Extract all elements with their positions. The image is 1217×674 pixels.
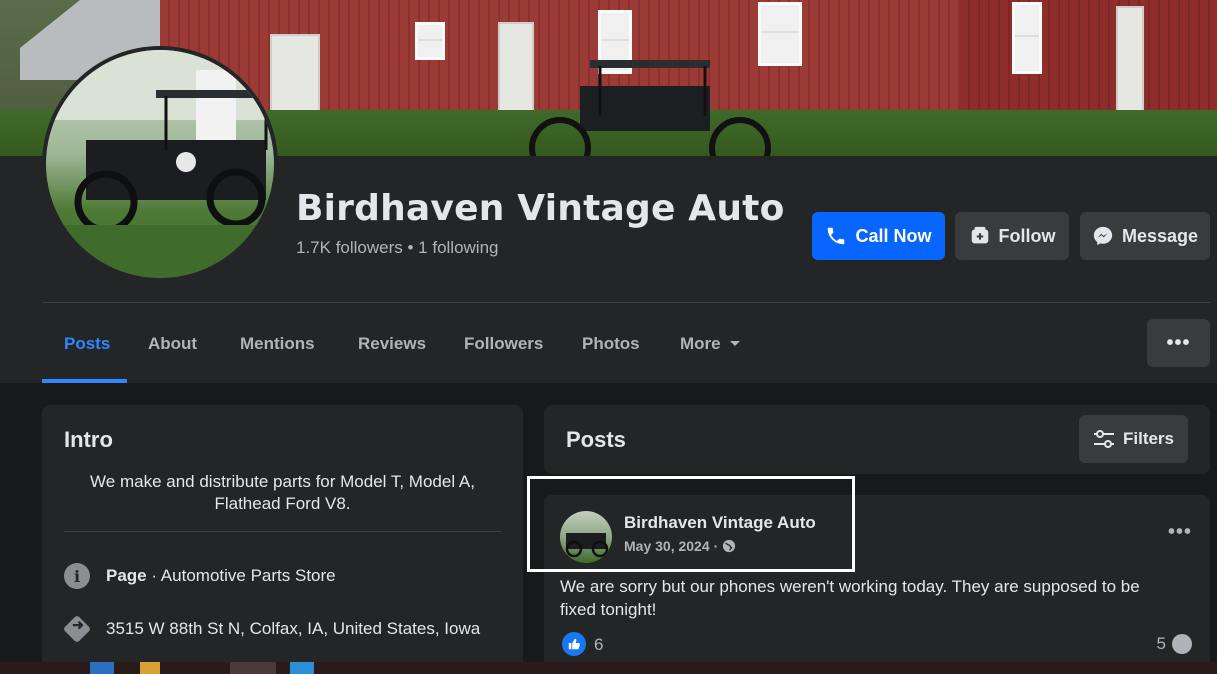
comment-icon — [1172, 634, 1192, 654]
like-count[interactable]: 6 — [594, 635, 603, 655]
call-now-label: Call Now — [855, 225, 932, 246]
cover-car — [529, 60, 771, 156]
message-label: Message — [1121, 225, 1199, 246]
directions-icon — [62, 614, 92, 644]
caret-down-icon — [729, 341, 740, 346]
more-options-button[interactable]: ••• — [1147, 319, 1210, 367]
cover-window — [415, 22, 445, 60]
intro-bio: We make and distribute parts for Model T… — [90, 472, 475, 513]
post-options-dots: ••• — [1167, 521, 1192, 543]
intro-title: Intro — [64, 427, 113, 452]
follow-icon — [971, 226, 988, 244]
tab-mentions[interactable]: Mentions — [240, 332, 315, 356]
post-options-button[interactable]: ••• — [1168, 521, 1192, 544]
comment-count-value: 5 — [1156, 634, 1166, 653]
taskbar-app-icon[interactable] — [90, 662, 114, 674]
tab-reviews[interactable]: Reviews — [358, 332, 426, 356]
highlight-box — [527, 476, 855, 572]
tab-more[interactable]: More — [680, 332, 741, 356]
avatar-car-illustration — [46, 50, 274, 278]
more-options-dots: ••• — [1166, 331, 1191, 354]
page-type-label: Page — [106, 566, 147, 585]
thumbs-up-icon — [568, 638, 580, 650]
address-text: 3515 W 88th St N, Colfax, IA, United Sta… — [106, 619, 481, 638]
intro-card: Intro We make and distribute parts for M… — [42, 405, 523, 674]
taskbar-app-icon[interactable] — [140, 662, 160, 674]
tab-posts[interactable]: Posts — [64, 332, 110, 356]
profile-avatar[interactable] — [42, 46, 278, 282]
messenger-icon — [1093, 226, 1113, 246]
taskbar-app-icon[interactable] — [290, 662, 314, 674]
call-now-button[interactable]: Call Now — [812, 212, 945, 260]
filters-label: Filters — [1122, 429, 1175, 448]
intro-page-type: i Page · Automotive Parts Store — [64, 563, 336, 589]
comment-count[interactable]: 5 — [1157, 634, 1192, 654]
posts-header-card: Posts Filters — [544, 405, 1210, 474]
filters-button[interactable]: Filters — [1079, 415, 1188, 463]
message-button[interactable]: Message — [1080, 212, 1210, 260]
posts-title: Posts — [566, 427, 626, 452]
tab-followers[interactable]: Followers — [464, 332, 543, 356]
like-icon — [562, 632, 586, 656]
follow-button[interactable]: Follow — [955, 212, 1069, 260]
filters-icon — [1093, 430, 1114, 448]
tab-about[interactable]: About — [148, 332, 197, 356]
follow-label: Follow — [998, 225, 1056, 246]
tab-more-label: More — [680, 334, 721, 353]
page-category[interactable]: · Automotive Parts Store — [147, 566, 335, 585]
info-icon: i — [64, 563, 90, 589]
active-tab-indicator — [42, 379, 127, 383]
page-title: Birdhaven Vintage Auto — [296, 188, 785, 229]
post-text: We are sorry but our phones weren't work… — [560, 577, 1140, 619]
phone-icon — [828, 227, 845, 245]
cover-window — [1012, 2, 1042, 74]
intro-divider — [64, 531, 501, 532]
os-taskbar — [0, 662, 1217, 674]
follower-stats[interactable]: 1.7K followers • 1 following — [296, 238, 499, 258]
tab-photos[interactable]: Photos — [582, 332, 640, 356]
header-divider — [42, 302, 1210, 303]
intro-address[interactable]: 3515 W 88th St N, Colfax, IA, United Sta… — [62, 614, 481, 644]
taskbar-app-icon[interactable] — [230, 662, 276, 674]
